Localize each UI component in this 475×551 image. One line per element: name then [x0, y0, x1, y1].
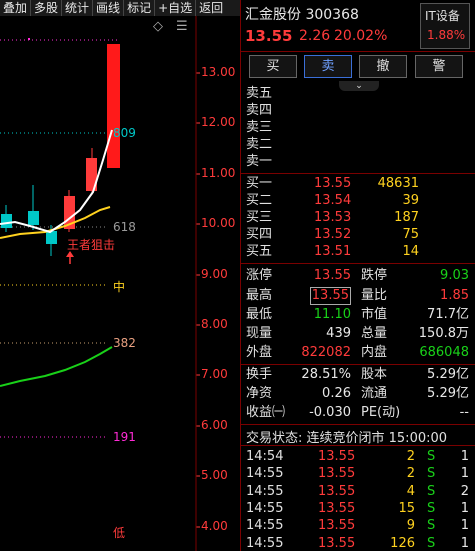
- stats-row-volume: 现量 439 总量 150.8万: [246, 326, 469, 341]
- tick-price: 13.55: [318, 518, 356, 534]
- tick-side: S: [427, 518, 436, 534]
- tick-row[interactable]: 14:55 13.55 2 S 1: [241, 464, 475, 483]
- buy-row-5[interactable]: 买五 13.51 14: [241, 242, 475, 261]
- tick-row[interactable]: 14:55 13.55 126 S 1: [241, 534, 475, 551]
- tick-vol: 2: [406, 466, 415, 482]
- level-label-618: 618: [113, 220, 136, 234]
- tick-n: 1: [460, 449, 469, 464]
- candle-down[interactable]: [1, 214, 12, 228]
- price-tick-label: 6.00: [201, 418, 228, 432]
- divider: [241, 51, 475, 52]
- toolbar-stats-button[interactable]: 统计: [62, 0, 94, 16]
- tick-vol: 2: [406, 449, 415, 464]
- price-tick-label: 5.00: [201, 468, 228, 482]
- tick-side: S: [427, 449, 436, 464]
- alert-button[interactable]: 警: [415, 55, 463, 78]
- divider: [241, 424, 475, 425]
- price-tick-label: 7.00: [201, 367, 228, 381]
- marker-dot: [28, 38, 30, 40]
- tick-time: 14:55: [246, 500, 284, 516]
- price-change-pct: 20.02%: [334, 28, 388, 44]
- sell-row-1[interactable]: 卖一: [241, 152, 475, 171]
- price-tick-label: 4.00: [201, 519, 228, 533]
- tick-row[interactable]: 14:55 13.55 4 S 2: [241, 482, 475, 501]
- candle-limit-up[interactable]: [107, 44, 120, 168]
- tick-price: 13.55: [318, 535, 356, 551]
- level-label-low: 低: [113, 526, 126, 540]
- stats-row-turnover: 换手 28.51% 股本 5.29亿: [246, 367, 469, 382]
- divider: [241, 445, 475, 446]
- tick-time: 14:54: [246, 449, 284, 464]
- kline-chart-pane[interactable]: 叠加 多股 统计 画线 标记 +自选 返回 ◇ ☰ 809 618 中 382 …: [0, 0, 240, 551]
- stats-row-low: 最低 11.10 市值 71.7亿: [246, 307, 469, 322]
- tick-n: 1: [460, 500, 469, 516]
- sector-box[interactable]: IT设备 1.88%: [420, 3, 470, 49]
- tick-side: S: [427, 535, 436, 551]
- stats-row-high: 最高 13.55 量比 1.85: [246, 287, 469, 305]
- toolbar-back-button[interactable]: 返回: [196, 0, 226, 16]
- candle-down[interactable]: [28, 211, 39, 225]
- sector-change-pct: 1.88%: [427, 28, 466, 42]
- price-tick-label: 10.00: [201, 216, 236, 230]
- tick-time: 14:55: [246, 535, 284, 551]
- sell-button[interactable]: 卖: [304, 55, 352, 78]
- toolbar-overlay-button[interactable]: 叠加: [0, 0, 32, 16]
- tick-time: 14:55: [246, 466, 284, 482]
- tick-n: 1: [460, 535, 469, 551]
- sector-name: IT设备: [425, 9, 460, 23]
- high-value-box: 13.55: [309, 287, 351, 305]
- chart-toolbar: 叠加 多股 统计 画线 标记 +自选 返回: [0, 0, 240, 16]
- price-change: 2.26: [299, 28, 331, 44]
- menu-icon[interactable]: ☰: [176, 19, 188, 34]
- stats-row-eps: 收益㈠ -0.030 PE(动) --: [246, 405, 469, 420]
- signal-annotation: 王者狙击: [67, 238, 116, 252]
- last-price: 13.55: [245, 27, 293, 45]
- toolbar-add-watchlist-button[interactable]: +自选: [155, 0, 197, 16]
- tick-price: 13.55: [318, 500, 356, 516]
- tick-side: S: [427, 500, 436, 516]
- toolbar-multi-stock-button[interactable]: 多股: [31, 0, 63, 16]
- tick-row[interactable]: 14:55 13.55 15 S 1: [241, 499, 475, 518]
- price-tick-label: 9.00: [201, 267, 228, 281]
- tick-n: 1: [460, 466, 469, 482]
- toolbar-draw-button[interactable]: 画线: [93, 0, 125, 16]
- cancel-order-button[interactable]: 撤: [359, 55, 407, 78]
- trade-status: 交易状态: 连续竞价闭市 15:00:00: [246, 431, 448, 446]
- quote-panel: 汇金股份 300368 13.55 2.26 20.02% IT设备 1.88%…: [241, 0, 475, 551]
- price-tick-label: 13.00: [201, 65, 236, 79]
- tick-row[interactable]: 14:55 13.55 9 S 1: [241, 516, 475, 535]
- level-label-191: 191: [113, 430, 136, 444]
- ma-green-line: [0, 346, 113, 387]
- stats-row-disk: 外盘 822082 内盘 686048: [246, 345, 469, 360]
- level-label-mid: 中: [113, 280, 126, 294]
- tick-vol: 126: [390, 535, 415, 551]
- tick-side: S: [427, 483, 436, 499]
- candle-down[interactable]: [46, 231, 57, 244]
- tick-side: S: [427, 466, 436, 482]
- tick-row[interactable]: 14:54 13.55 2 S 1: [241, 447, 475, 466]
- stats-row-nav: 净资 0.26 流通 5.29亿: [246, 386, 469, 401]
- tick-n: 1: [460, 518, 469, 534]
- tick-n: 2: [460, 483, 469, 499]
- stats-row-limits: 涨停 13.55 跌停 9.03: [246, 268, 469, 283]
- price-tick-label: 8.00: [201, 317, 228, 331]
- tick-price: 13.55: [318, 449, 356, 464]
- tick-time: 14:55: [246, 483, 284, 499]
- tick-price: 13.55: [318, 466, 356, 482]
- price-tick-label: 11.00: [201, 166, 236, 180]
- toolbar-mark-button[interactable]: 标记: [124, 0, 156, 16]
- tick-price: 13.55: [318, 483, 356, 499]
- tick-vol: 4: [406, 483, 415, 499]
- tick-time: 14:55: [246, 518, 284, 534]
- level-label-809: 809: [113, 126, 136, 140]
- tick-vol: 9: [406, 518, 415, 534]
- level-label-382: 382: [113, 336, 136, 350]
- price-tick-label: 12.00: [201, 115, 236, 129]
- stock-title: 汇金股份 300368: [245, 7, 359, 23]
- divider: [241, 263, 475, 264]
- buy-button[interactable]: 买: [249, 55, 297, 78]
- diamond-icon[interactable]: ◇: [153, 19, 163, 34]
- tick-vol: 15: [398, 500, 415, 516]
